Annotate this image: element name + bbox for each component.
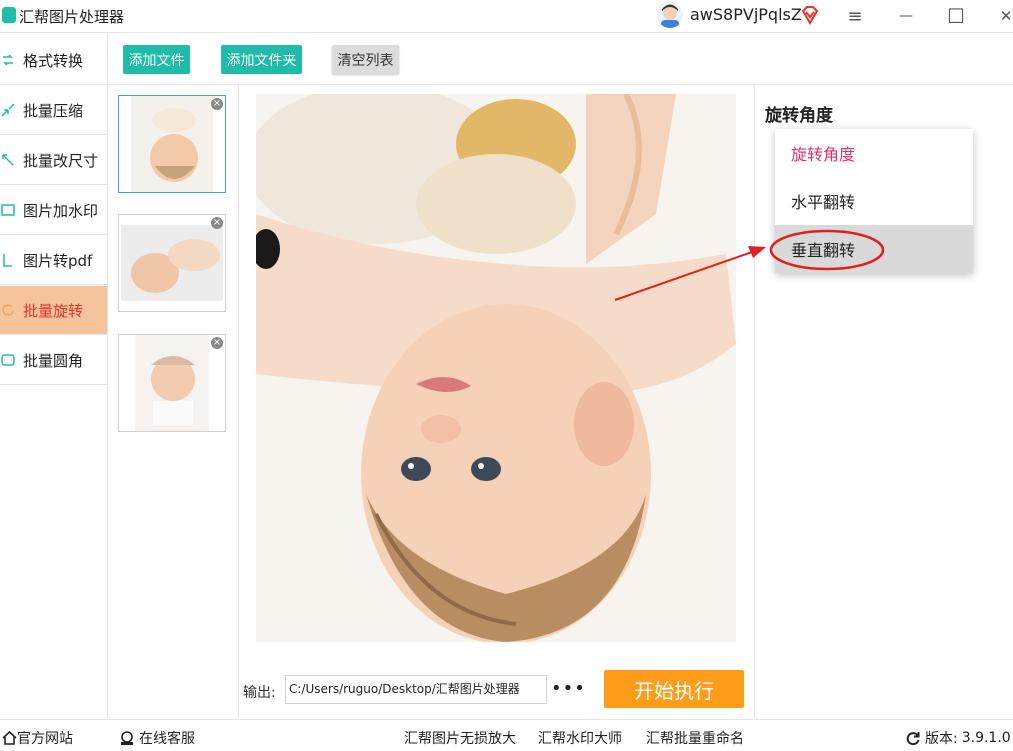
footer-link-upscale[interactable]: 汇帮图片无损放大 <box>404 728 516 748</box>
annotation-arrow <box>614 229 885 301</box>
footer: 官方网站 在线客服 汇帮图片无损放大 汇帮水印大师 汇帮批量重命名 版本: 3.… <box>0 719 1013 751</box>
start-button[interactable]: 开始执行 <box>604 670 744 708</box>
online-support-link[interactable]: 在线客服 <box>119 728 195 748</box>
output-path-field[interactable]: C:/Users/ruguo/Desktop/汇帮图片处理器 <box>285 675 547 704</box>
official-website-label: 官方网站 <box>17 731 73 747</box>
version-label: 版本: <box>925 731 958 747</box>
refresh-icon <box>906 732 920 746</box>
output-label: 输出: <box>243 685 276 701</box>
headset-icon <box>121 731 133 745</box>
footer-link-rename[interactable]: 汇帮批量重命名 <box>646 728 744 748</box>
browse-output-button[interactable]: ••• <box>551 678 586 699</box>
version-number: 3.9.1.0 <box>961 730 1011 746</box>
footer-link-watermark[interactable]: 汇帮水印大师 <box>538 728 622 748</box>
home-icon <box>2 731 17 745</box>
online-support-label: 在线客服 <box>139 731 195 747</box>
official-website-link[interactable]: 官方网站 <box>2 728 73 748</box>
version-info[interactable]: 版本: 3.9.1.0 <box>905 728 1011 748</box>
